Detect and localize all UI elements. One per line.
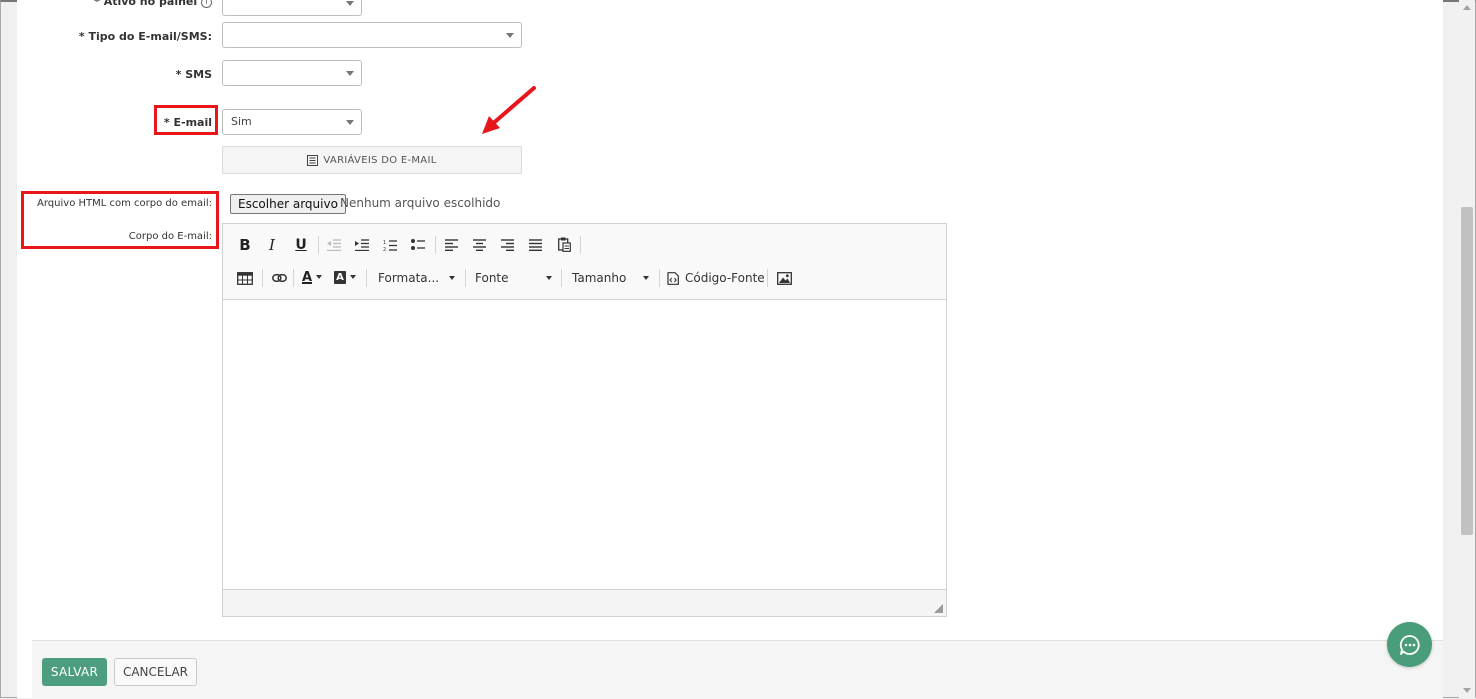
svg-text:2: 2 bbox=[383, 247, 386, 252]
size-dropdown[interactable]: Tamanho bbox=[572, 269, 649, 287]
cancel-button[interactable]: CANCELAR bbox=[114, 658, 197, 686]
format-dropdown[interactable]: Formata... bbox=[378, 269, 455, 287]
email-variables-button[interactable]: VARIÁVEIS DO E-MAIL bbox=[222, 146, 522, 174]
chevron-down-icon bbox=[643, 276, 649, 280]
paste-icon[interactable] bbox=[555, 234, 573, 254]
bullet-list-icon[interactable] bbox=[409, 235, 427, 255]
rich-text-editor: B I U 12 A A Formata... Fonte Tamanho Có… bbox=[222, 223, 947, 617]
sms-label: * SMS bbox=[175, 68, 212, 81]
editor-toolbar: B I U 12 A A Formata... Fonte Tamanho Có… bbox=[223, 224, 946, 300]
chevron-down-icon bbox=[506, 33, 514, 38]
chat-button[interactable] bbox=[1387, 622, 1432, 667]
editor-status-bar bbox=[223, 589, 946, 616]
chevron-down-icon bbox=[346, 120, 354, 125]
align-justify-icon[interactable] bbox=[526, 235, 544, 255]
tipo-email-sms-select[interactable] bbox=[222, 22, 522, 48]
align-right-icon[interactable] bbox=[498, 235, 516, 255]
numbered-list-icon[interactable]: 12 bbox=[381, 235, 399, 255]
chevron-down-icon bbox=[449, 276, 455, 280]
bold-icon[interactable]: B bbox=[236, 235, 254, 255]
italic-icon[interactable]: I bbox=[263, 235, 281, 255]
editor-content-area[interactable] bbox=[223, 300, 946, 590]
background-color-icon[interactable]: A bbox=[331, 267, 359, 287]
ativo-painel-select[interactable] bbox=[222, 0, 362, 16]
outdent-icon[interactable] bbox=[325, 235, 343, 255]
align-center-icon[interactable] bbox=[470, 235, 488, 255]
email-label: * E-mail bbox=[163, 116, 212, 129]
arquivo-html-label: Arquivo HTML com corpo do email: bbox=[37, 198, 212, 209]
ativo-painel-label: * Ativo no painel i bbox=[94, 0, 212, 8]
underline-icon[interactable]: U bbox=[292, 235, 310, 255]
scroll-thumb[interactable] bbox=[1461, 207, 1473, 535]
link-icon[interactable] bbox=[269, 268, 289, 288]
source-code-button[interactable]: Código-Fonte bbox=[667, 269, 765, 287]
scroll-down-arrow-icon[interactable] bbox=[1459, 682, 1475, 698]
email-select[interactable]: Sim bbox=[222, 109, 362, 135]
indent-icon[interactable] bbox=[353, 235, 371, 255]
save-button[interactable]: SALVAR bbox=[42, 658, 107, 686]
list-document-icon bbox=[307, 154, 319, 166]
svg-text:1: 1 bbox=[383, 240, 386, 246]
file-status-text: Nenhum arquivo escolhido bbox=[340, 196, 501, 210]
choose-file-button[interactable]: Escolher arquivo bbox=[230, 194, 346, 214]
chat-bubble-icon bbox=[1399, 634, 1420, 655]
image-icon[interactable] bbox=[774, 268, 794, 288]
chevron-down-icon bbox=[346, 71, 354, 76]
scroll-up-arrow-icon[interactable] bbox=[1459, 0, 1475, 16]
font-dropdown[interactable]: Fonte bbox=[475, 269, 552, 287]
sms-select[interactable] bbox=[222, 60, 362, 86]
align-left-icon[interactable] bbox=[442, 235, 460, 255]
form-footer bbox=[32, 640, 1443, 699]
resize-handle-icon[interactable] bbox=[934, 604, 943, 613]
tipo-email-sms-label: * Tipo do E-mail/SMS: bbox=[78, 30, 212, 43]
source-code-icon bbox=[667, 271, 679, 285]
chevron-down-icon bbox=[546, 276, 552, 280]
vertical-scrollbar[interactable] bbox=[1459, 0, 1475, 698]
text-color-icon[interactable]: A bbox=[299, 267, 325, 287]
corpo-email-label: Corpo do E-mail: bbox=[128, 231, 212, 242]
table-icon[interactable] bbox=[235, 268, 255, 288]
red-arrow-icon bbox=[482, 86, 536, 134]
info-icon[interactable]: i bbox=[201, 0, 212, 8]
